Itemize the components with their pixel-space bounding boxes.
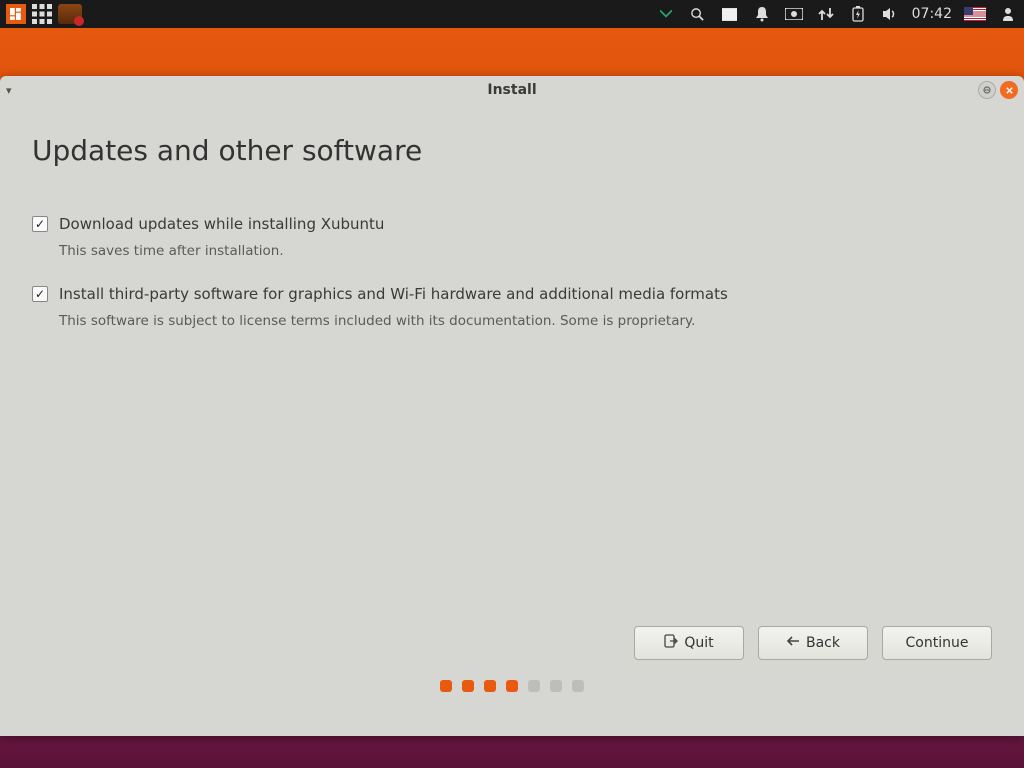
quit-button[interactable]: Quit	[634, 626, 744, 660]
chevron-down-icon[interactable]	[656, 4, 676, 24]
notifications-bell-icon[interactable]	[752, 4, 772, 24]
option-label: Download updates while installing Xubunt…	[59, 215, 384, 233]
action-bar: Quit Back Continue	[32, 626, 992, 680]
option-download-updates: ✓ Download updates while installing Xubu…	[32, 215, 992, 259]
window-title: Install	[487, 82, 536, 98]
titlebar: ▾ Install	[0, 76, 1024, 104]
window-close-button[interactable]	[1000, 81, 1018, 99]
install-window: ▾ Install Updates and other software ✓ D…	[0, 76, 1024, 736]
checkbox-download-updates[interactable]: ✓	[32, 216, 48, 232]
progress-dot	[572, 680, 584, 692]
option-thirdparty: ✓ Install third-party software for graph…	[32, 285, 992, 329]
workspace-icon[interactable]	[720, 4, 740, 24]
window-minimize-button[interactable]	[978, 81, 996, 99]
option-desc: This saves time after installation.	[59, 243, 992, 259]
distro-logo-icon[interactable]	[6, 4, 26, 24]
continue-button[interactable]: Continue	[882, 626, 992, 660]
user-icon[interactable]	[998, 4, 1018, 24]
battery-icon[interactable]	[848, 4, 868, 24]
clock[interactable]: 07:42	[912, 6, 952, 22]
progress-dots	[32, 680, 992, 716]
button-label: Quit	[684, 635, 713, 651]
window-menu-icon[interactable]: ▾	[6, 84, 12, 97]
arrow-left-icon	[786, 634, 800, 652]
option-label: Install third-party software for graphic…	[59, 285, 728, 303]
progress-dot	[440, 680, 452, 692]
search-icon[interactable]	[688, 4, 708, 24]
option-desc: This software is subject to license term…	[59, 313, 992, 329]
keyboard-layout-flag-icon[interactable]	[964, 7, 986, 21]
button-label: Continue	[906, 635, 969, 651]
network-updown-icon[interactable]	[816, 4, 836, 24]
volume-icon[interactable]	[880, 4, 900, 24]
page-title: Updates and other software	[32, 134, 992, 167]
record-icon[interactable]	[784, 4, 804, 24]
progress-dot	[528, 680, 540, 692]
back-button[interactable]: Back	[758, 626, 868, 660]
apps-grid-icon[interactable]	[32, 4, 52, 24]
checkbox-thirdparty[interactable]: ✓	[32, 286, 48, 302]
content-area: Updates and other software ✓ Download up…	[0, 104, 1024, 736]
progress-dot	[550, 680, 562, 692]
quit-icon	[664, 634, 678, 652]
button-label: Back	[806, 635, 840, 651]
progress-dot	[484, 680, 496, 692]
progress-dot	[506, 680, 518, 692]
top-panel: 07:42	[0, 0, 1024, 28]
progress-dot	[462, 680, 474, 692]
taskbar-app-icon[interactable]	[58, 4, 82, 24]
